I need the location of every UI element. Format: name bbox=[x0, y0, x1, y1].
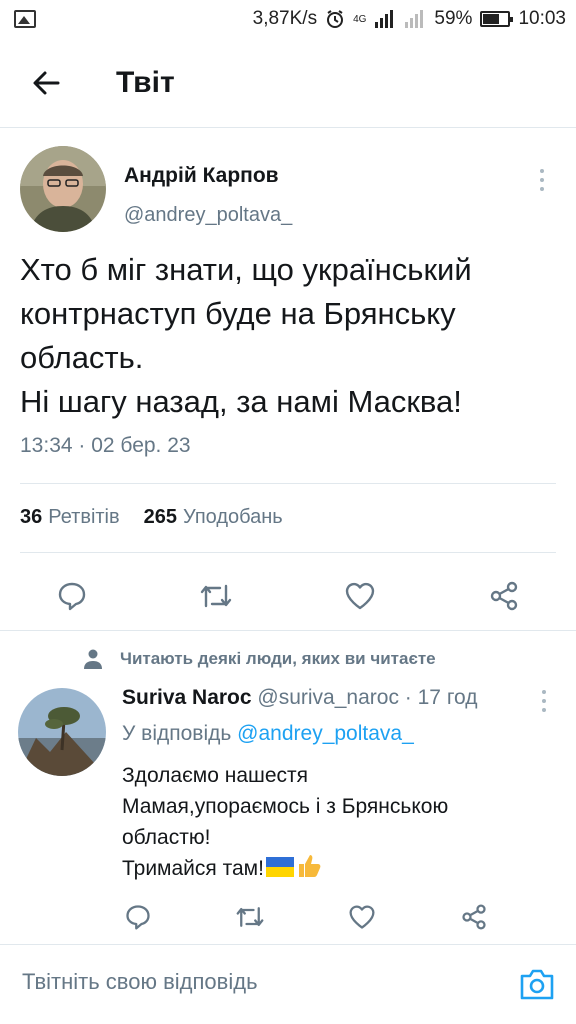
divider bbox=[20, 483, 556, 484]
battery-percent: 59% bbox=[434, 8, 473, 29]
image-notification-icon bbox=[14, 10, 36, 28]
reply-retweet-button[interactable] bbox=[230, 897, 270, 937]
reply-reply-button[interactable] bbox=[118, 897, 158, 937]
share-icon bbox=[490, 581, 518, 611]
retweet-icon bbox=[200, 584, 232, 608]
reply-more-button[interactable] bbox=[534, 686, 554, 716]
retweet-icon bbox=[236, 907, 264, 927]
thumbs-up-icon bbox=[298, 855, 321, 877]
compose-reply-bar: Твітніть свою відповідь bbox=[0, 944, 576, 1024]
tweet-actions bbox=[0, 574, 576, 618]
reply-text: Здолаємо нашестя Мамая,упораємось і з Бр… bbox=[122, 760, 552, 884]
reply-icon bbox=[126, 905, 150, 930]
reply-text-line: областю! bbox=[122, 826, 211, 849]
reply-text-line: Здолаємо нашестя bbox=[122, 764, 309, 787]
network-type: 4G bbox=[353, 13, 367, 25]
reply-time: · 17 год bbox=[404, 686, 478, 709]
share-icon bbox=[462, 904, 486, 930]
reply-actions bbox=[0, 897, 576, 937]
signal-icon bbox=[374, 10, 396, 28]
ukraine-flag-icon bbox=[265, 857, 294, 877]
camera-icon bbox=[520, 969, 554, 1000]
author-handle[interactable]: @andrey_poltava_ bbox=[124, 204, 292, 227]
tweet-author: Андрій Карпов @andrey_poltava_ bbox=[20, 146, 560, 236]
network-speed: 3,87K/s bbox=[252, 8, 318, 29]
reply-author-avatar[interactable] bbox=[18, 688, 106, 776]
tweet-text-line: Ні шагу назад, за намі Масква! bbox=[20, 384, 462, 419]
retweet-button[interactable] bbox=[194, 574, 238, 618]
tweet-stats: 36 Ретвітів 265 Уподобань bbox=[20, 506, 283, 529]
alarm-icon bbox=[325, 9, 345, 29]
person-icon bbox=[84, 649, 102, 669]
divider bbox=[20, 552, 556, 553]
social-context: Читають деякі люди, яких ви читаєте bbox=[84, 649, 436, 669]
section-divider bbox=[0, 630, 576, 631]
author-name[interactable]: Андрій Карпов bbox=[124, 164, 279, 188]
author-avatar[interactable] bbox=[20, 146, 106, 232]
reply-text-line: Мамая,упораємось і з Брянською bbox=[122, 795, 449, 818]
signal-icon-secondary bbox=[404, 10, 426, 28]
reply-author-name[interactable]: Suriva Naroc bbox=[122, 686, 252, 709]
arrow-left-icon bbox=[33, 71, 60, 94]
tweet-text-line: Хто б міг знати, що український bbox=[20, 252, 472, 287]
reply-button[interactable] bbox=[50, 574, 94, 618]
tweet-text-line: область. bbox=[20, 340, 144, 375]
reply-author-handle[interactable]: @suriva_naroc bbox=[257, 686, 399, 709]
tweet-text: Хто б міг знати, що український контрнас… bbox=[20, 248, 560, 424]
heart-icon bbox=[345, 582, 375, 610]
back-button[interactable] bbox=[16, 53, 76, 113]
likes-stat[interactable]: 265 Уподобань bbox=[144, 506, 283, 529]
page-title: Твіт bbox=[116, 65, 175, 99]
tweet-timestamp: 13:34 · 02 бер. 23 bbox=[20, 434, 191, 457]
tweet-more-button[interactable] bbox=[532, 160, 552, 200]
like-button[interactable] bbox=[338, 574, 382, 618]
reply-header: Suriva Naroc @suriva_naroc · 17 год bbox=[122, 686, 478, 710]
share-button[interactable] bbox=[482, 574, 526, 618]
reply-to: У відповідь @andrey_poltava_ bbox=[122, 722, 414, 745]
reply-like-button[interactable] bbox=[342, 897, 382, 937]
status-bar: 3,87K/s 4G 59% 10:03 bbox=[0, 0, 576, 38]
camera-button[interactable] bbox=[518, 965, 556, 1003]
retweets-stat[interactable]: 36 Ретвітів bbox=[20, 506, 120, 529]
battery-icon bbox=[480, 11, 514, 27]
more-vertical-icon bbox=[540, 169, 544, 173]
reply-icon bbox=[58, 582, 86, 611]
reply-text-line-last: Тримайся там! bbox=[122, 853, 552, 884]
tweet-text-line: контрнаступ буде на Брянську bbox=[20, 296, 456, 331]
top-app-bar: Твіт bbox=[0, 38, 576, 128]
heart-icon bbox=[349, 905, 375, 929]
reply-to-mention[interactable]: @andrey_poltava_ bbox=[237, 722, 414, 745]
reply-share-button[interactable] bbox=[454, 897, 494, 937]
clock: 10:03 bbox=[518, 8, 566, 29]
reply-input[interactable]: Твітніть свою відповідь bbox=[22, 969, 258, 995]
more-vertical-icon bbox=[542, 690, 546, 694]
